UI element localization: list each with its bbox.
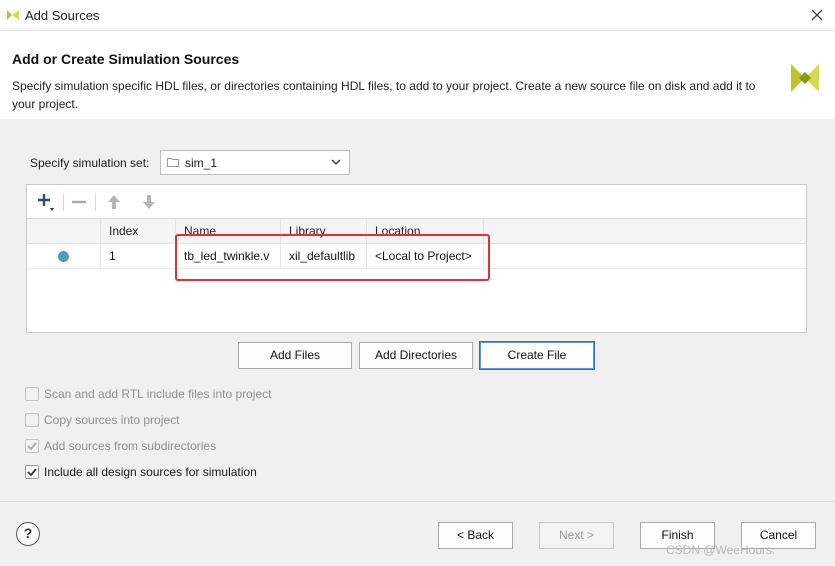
simulation-set-value: sim_1 <box>185 156 218 170</box>
arrow-down-icon <box>143 195 155 209</box>
status-cell <box>27 244 101 268</box>
index-cell: 1 <box>101 244 176 268</box>
close-icon <box>811 9 823 21</box>
help-icon: ? <box>23 525 33 541</box>
title-bar <box>0 0 835 31</box>
include-design-sources-checkbox[interactable] <box>25 465 39 479</box>
arrow-up-icon <box>108 195 120 209</box>
folder-icon <box>167 158 179 167</box>
sources-toolbar <box>27 185 806 219</box>
checkmark-icon <box>27 442 37 451</box>
chevron-down-icon <box>331 159 341 166</box>
create-file-button[interactable]: Create File <box>479 341 595 370</box>
close-button[interactable] <box>806 5 828 25</box>
page-description: Specify simulation specific HDL files, o… <box>12 79 756 111</box>
add-files-button[interactable]: Add Files <box>238 342 352 369</box>
page-title: Add or Create Simulation Sources <box>12 51 240 67</box>
copy-sources-label: Copy sources into project <box>44 413 180 427</box>
scan-rtl-include-label: Scan and add RTL include files into proj… <box>44 387 272 401</box>
next-button[interactable]: Next > <box>539 522 614 549</box>
window-title: Add Sources <box>25 8 100 23</box>
simulation-set-dropdown[interactable]: sim_1 <box>160 150 350 175</box>
move-down-button[interactable] <box>138 191 160 213</box>
add-subdirectories-label: Add sources from subdirectories <box>44 439 217 453</box>
checkmark-icon <box>27 468 37 477</box>
back-button[interactable]: < Back <box>438 522 513 549</box>
plus-icon <box>38 194 54 211</box>
add-source-button[interactable] <box>35 191 57 213</box>
red-highlight-box <box>175 234 490 281</box>
column-header-status[interactable] <box>27 219 101 243</box>
remove-source-button[interactable] <box>68 191 90 213</box>
status-dot-icon <box>58 251 69 262</box>
watermark: CSDN @WeeHours. <box>666 543 776 557</box>
move-up-button[interactable] <box>103 191 125 213</box>
add-directories-button[interactable]: Add Directories <box>359 342 473 369</box>
copy-sources-checkbox[interactable] <box>25 413 39 427</box>
vivado-logo-icon <box>7 10 19 20</box>
add-subdirectories-checkbox[interactable] <box>25 439 39 453</box>
column-header-index[interactable]: Index <box>101 219 176 243</box>
help-button[interactable]: ? <box>16 522 40 546</box>
vivado-logo-icon <box>791 64 819 92</box>
simulation-set-label: Specify simulation set: <box>30 156 150 170</box>
scan-rtl-include-checkbox[interactable] <box>25 387 39 401</box>
minus-icon <box>72 200 86 204</box>
footer-divider <box>0 501 835 502</box>
include-design-sources-label: Include all design sources for simulatio… <box>44 465 257 479</box>
